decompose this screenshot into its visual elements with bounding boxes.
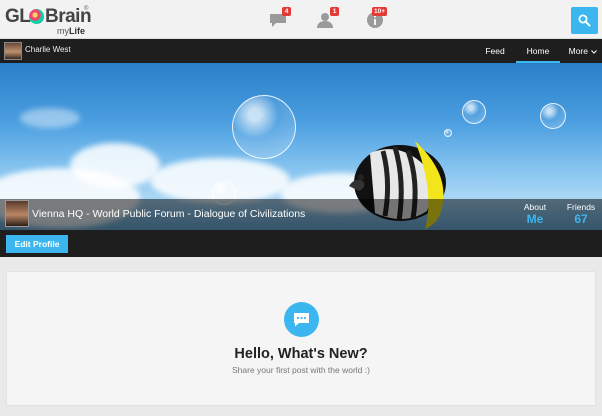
info-badge: 10+ (372, 7, 388, 16)
logo-subtitle: myLife (57, 26, 85, 36)
messages-notification[interactable]: 4 (268, 7, 291, 31)
logo-subtitle-my: my (57, 26, 69, 36)
nav-more-label: More (568, 46, 588, 56)
empty-feed-card (6, 271, 596, 406)
logo-text-left: GL (5, 6, 31, 27)
top-bar: GL Brain ® myLife 4 1 10+ (0, 0, 602, 39)
edit-profile-button[interactable]: Edit Profile (6, 235, 68, 253)
bubble-shape (540, 103, 566, 129)
profile-navbar: Charlie West Feed Home More (0, 39, 602, 63)
profile-avatar[interactable] (5, 200, 29, 227)
bubble-shape (462, 100, 486, 124)
chevron-down-icon (591, 49, 598, 54)
search-icon (578, 14, 591, 27)
messages-badge: 4 (282, 7, 291, 16)
friends-label[interactable]: Friends (561, 202, 601, 212)
chat-bubble-icon (294, 313, 309, 327)
info-notification[interactable]: 10+ (365, 7, 388, 31)
nav-home[interactable]: Home (516, 39, 560, 63)
cloud-shape (20, 108, 80, 128)
new-post-button[interactable] (284, 302, 319, 337)
logo-orb-icon (29, 9, 44, 24)
nav-feed[interactable]: Feed (478, 39, 512, 63)
friend-requests-notification[interactable]: 1 (315, 7, 339, 31)
user-name[interactable]: Charlie West (25, 45, 71, 54)
search-button[interactable] (571, 7, 598, 34)
friend-requests-badge: 1 (330, 7, 339, 16)
feed-subtext: Share your first post with the world :) (232, 365, 370, 375)
cloud-shape (70, 143, 160, 188)
globrain-logo[interactable]: GL Brain ® myLife (5, 6, 95, 36)
user-avatar[interactable] (4, 42, 22, 60)
feed-heading: Hello, What's New? (234, 346, 368, 362)
about-label[interactable]: About (515, 202, 555, 212)
profile-action-bar (0, 230, 602, 257)
profile-title: Vienna HQ - World Public Forum - Dialogu… (32, 208, 306, 220)
nav-more[interactable]: More (566, 39, 600, 63)
logo-subtitle-life: Life (69, 26, 86, 36)
logo-registered-mark: ® (84, 6, 89, 12)
bubble-shape (232, 95, 296, 159)
about-value[interactable]: Me (515, 212, 555, 226)
friends-count[interactable]: 67 (561, 212, 601, 226)
